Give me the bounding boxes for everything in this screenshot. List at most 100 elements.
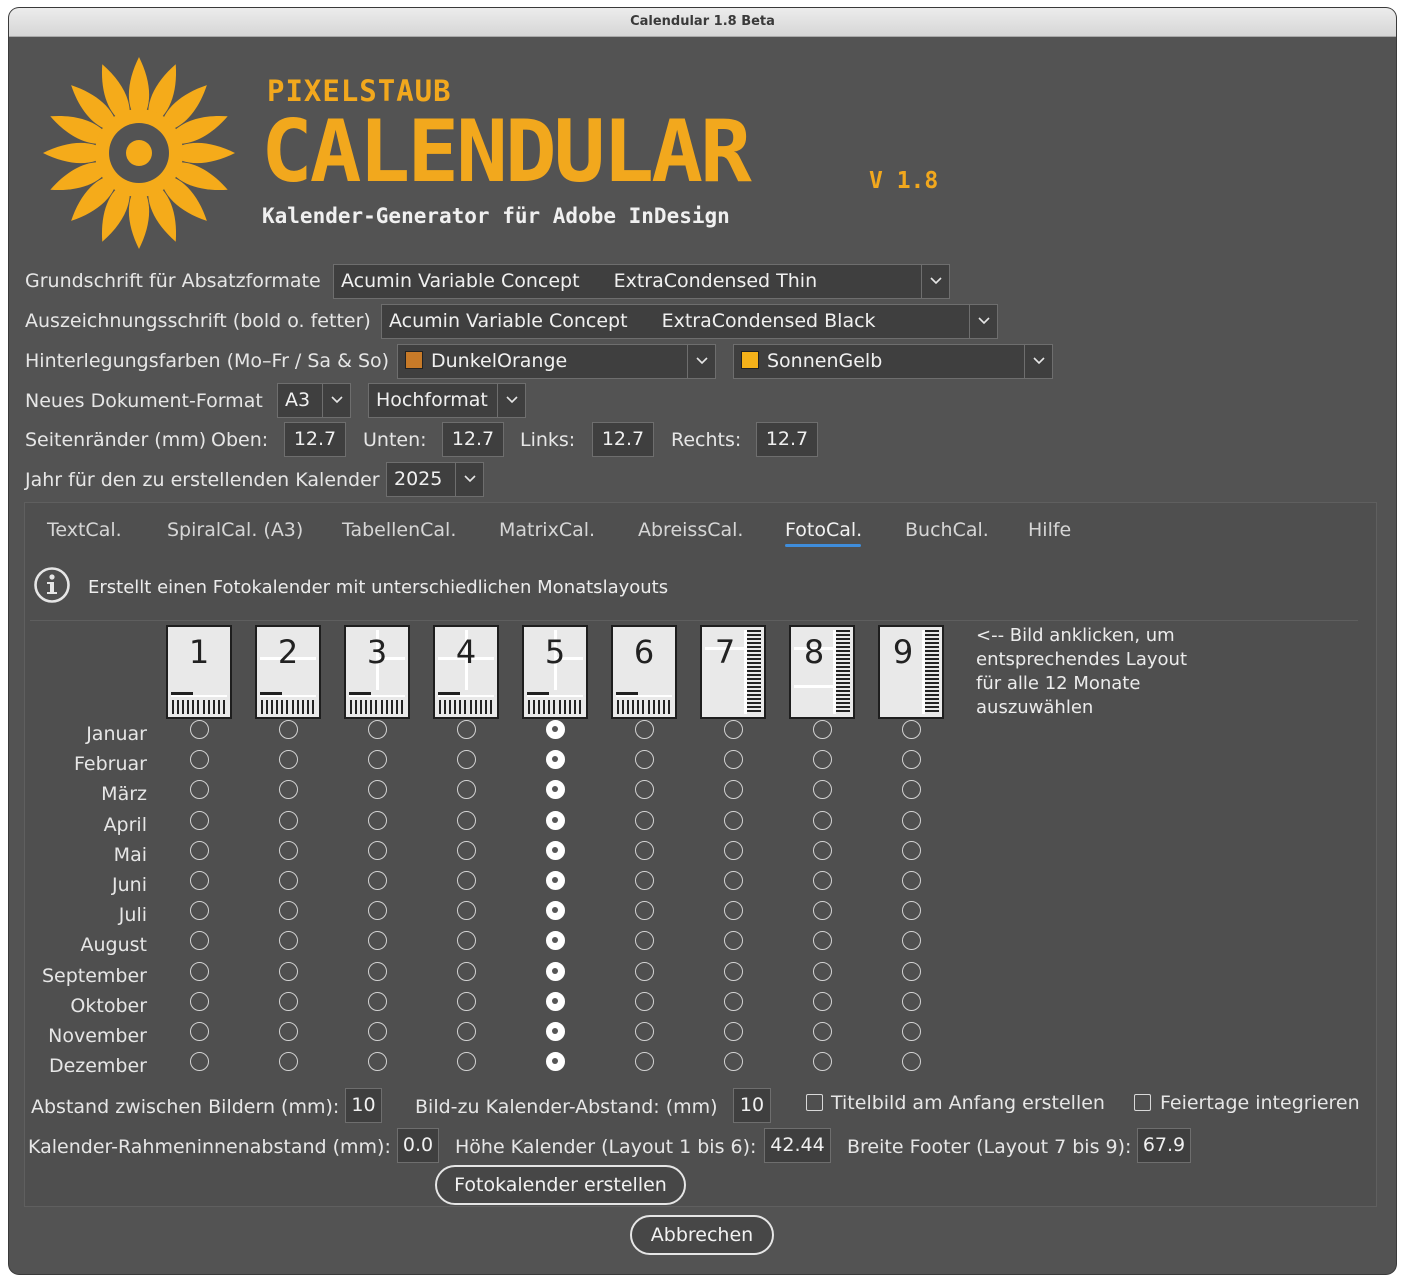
layout-radio[interactable] (635, 780, 654, 800)
layout-radio[interactable] (546, 1022, 565, 1041)
layout-radio[interactable] (279, 750, 298, 770)
layout-radio[interactable] (724, 901, 743, 921)
margin-left-input[interactable]: 12.7 (592, 422, 654, 457)
layout-radio[interactable] (457, 961, 476, 981)
layout-radio[interactable] (457, 931, 476, 951)
chevron-down-icon[interactable] (322, 384, 350, 417)
layout-radio[interactable] (813, 810, 832, 830)
layout-radio[interactable] (813, 931, 832, 951)
layout-radio[interactable] (546, 810, 565, 830)
layout-radio[interactable] (190, 991, 209, 1011)
layout-radio[interactable] (279, 810, 298, 830)
document-size-select[interactable]: A3 (277, 383, 351, 418)
layout-radio[interactable] (368, 991, 387, 1011)
layout-radio[interactable] (813, 901, 832, 921)
chevron-down-icon[interactable] (687, 345, 715, 378)
layout-radio[interactable] (279, 931, 298, 951)
tab-abreisscal[interactable]: AbreissCal. (638, 519, 743, 541)
layout-thumbnail-2[interactable]: 2 (255, 625, 321, 719)
layout-radio[interactable] (902, 840, 921, 860)
chevron-down-icon[interactable] (1024, 345, 1052, 378)
tab-matrixcal[interactable]: MatrixCal. (499, 519, 595, 541)
layout-radio[interactable] (724, 991, 743, 1011)
layout-radio[interactable] (546, 931, 565, 951)
layout-radio[interactable] (368, 931, 387, 951)
layout-radio[interactable] (279, 840, 298, 860)
layout-radio[interactable] (546, 991, 565, 1011)
layout-radio[interactable] (813, 1052, 832, 1072)
layout-radio[interactable] (902, 991, 921, 1011)
layout-radio[interactable] (279, 871, 298, 890)
layout-thumbnail-6[interactable]: 6 (611, 625, 677, 719)
layout-radio[interactable] (635, 810, 654, 830)
layout-radio[interactable] (724, 871, 743, 890)
layout-radio[interactable] (457, 901, 476, 921)
chevron-down-icon[interactable] (969, 305, 997, 338)
layout-radio[interactable] (635, 1052, 654, 1072)
layout-radio[interactable] (279, 901, 298, 921)
layout-radio[interactable] (813, 780, 832, 800)
margin-bottom-input[interactable]: 12.7 (442, 422, 504, 457)
layout-radio[interactable] (279, 780, 298, 800)
cancel-button[interactable]: Abbrechen (630, 1215, 774, 1255)
layout-radio[interactable] (457, 720, 476, 739)
layout-radio[interactable] (368, 750, 387, 770)
layout-radio[interactable] (279, 1052, 298, 1072)
layout-radio[interactable] (279, 991, 298, 1011)
layout-radio[interactable] (902, 780, 921, 800)
layout-radio[interactable] (190, 961, 209, 981)
layout-radio[interactable] (457, 780, 476, 800)
layout-radio[interactable] (368, 720, 387, 739)
layout-radio[interactable] (190, 1022, 209, 1041)
layout-radio[interactable] (457, 840, 476, 860)
margin-top-input[interactable]: 12.7 (284, 422, 346, 457)
layout-radio[interactable] (457, 1052, 476, 1072)
tab-textcal[interactable]: TextCal. (47, 519, 122, 541)
layout-radio[interactable] (635, 750, 654, 770)
layout-radio[interactable] (724, 750, 743, 770)
margin-right-input[interactable]: 12.7 (756, 422, 818, 457)
layout-radio[interactable] (190, 931, 209, 951)
layout-radio[interactable] (457, 750, 476, 770)
layout-radio[interactable] (724, 1052, 743, 1072)
tab-fotocal[interactable]: FotoCal. (785, 519, 862, 541)
layout-radio[interactable] (902, 931, 921, 951)
layout-radio[interactable] (546, 961, 565, 981)
tab-hilfe[interactable]: Hilfe (1028, 519, 1071, 541)
layout-thumbnail-5[interactable]: 5 (522, 625, 588, 719)
layout-radio[interactable] (724, 780, 743, 800)
layout-radio[interactable] (813, 961, 832, 981)
layout-radio[interactable] (368, 901, 387, 921)
layout-radio[interactable] (813, 750, 832, 770)
layout-radio[interactable] (813, 720, 832, 739)
frame-inset-input[interactable]: 0.0 (397, 1128, 439, 1163)
layout-radio[interactable] (635, 931, 654, 951)
layout-radio[interactable] (813, 840, 832, 860)
weekend-color-select[interactable]: SonnenGelb (733, 344, 1053, 379)
layout-radio[interactable] (190, 720, 209, 739)
layout-radio[interactable] (902, 720, 921, 739)
layout-radio[interactable] (724, 931, 743, 951)
layout-thumbnail-8[interactable]: 8 (789, 625, 855, 719)
layout-radio[interactable] (279, 961, 298, 981)
image-cal-gap-input[interactable]: 10 (733, 1088, 771, 1123)
layout-radio[interactable] (813, 1022, 832, 1041)
layout-radio[interactable] (457, 991, 476, 1011)
layout-radio[interactable] (724, 961, 743, 981)
tab-spiralcal[interactable]: SpiralCal. (A3) (167, 519, 303, 541)
layout-radio[interactable] (190, 810, 209, 830)
layout-thumbnail-3[interactable]: 3 (344, 625, 410, 719)
layout-radio[interactable] (724, 810, 743, 830)
layout-radio[interactable] (279, 1022, 298, 1041)
layout-radio[interactable] (457, 810, 476, 830)
layout-radio[interactable] (546, 901, 565, 921)
layout-thumbnail-4[interactable]: 4 (433, 625, 499, 719)
chevron-down-icon[interactable] (455, 463, 483, 496)
layout-radio[interactable] (368, 1052, 387, 1072)
layout-radio[interactable] (724, 840, 743, 860)
layout-radio[interactable] (813, 991, 832, 1011)
layout-radio[interactable] (635, 720, 654, 739)
image-gap-input[interactable]: 10 (345, 1088, 382, 1123)
layout-thumbnail-7[interactable]: 7 (700, 625, 766, 719)
year-select[interactable]: 2025 (386, 462, 484, 497)
